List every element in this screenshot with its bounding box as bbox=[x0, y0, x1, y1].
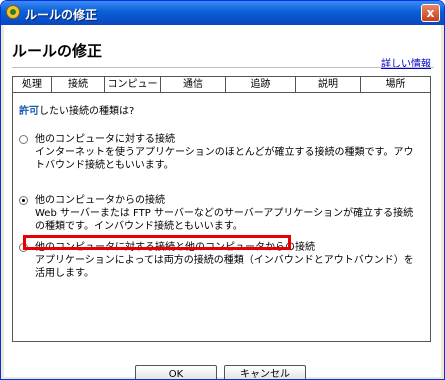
option-description: Web サーバーまたは FTP サーバーなどのサーバーアプリケーションが確立する… bbox=[35, 208, 414, 232]
radio-option-outbound[interactable]: 他のコンピュータに対する接続 インターネットを使うアプリケーションのほとんどが確… bbox=[19, 133, 419, 171]
highlight-box bbox=[23, 235, 291, 250]
option-description: インターネットを使うアプリケーションのほとんどが確立する接続の種類です。アウトバ… bbox=[35, 147, 414, 171]
tab-location[interactable]: 場所 bbox=[360, 76, 431, 93]
window-title: ルールの修正 bbox=[25, 8, 98, 22]
tab-bar: 処理 接続 コンピュータ 通信 追跡 説明 場所 bbox=[12, 76, 431, 105]
dialog-body: ルールの修正 詳しい情報 処理 接続 コンピュータ 通信 追跡 説明 場所 許可… bbox=[4, 25, 441, 379]
option-description: アプリケーションによっては両方の接続の種類（インバウンドとアウトバウンド）を活用… bbox=[35, 255, 414, 279]
radio-button-outbound[interactable] bbox=[19, 135, 28, 144]
question-rest: したい接続の種類は? bbox=[39, 106, 135, 117]
question-text: 許可したい接続の種類は? bbox=[19, 102, 134, 117]
page-title: ルールの修正 bbox=[12, 42, 103, 60]
cancel-button[interactable]: キャンセル bbox=[224, 365, 306, 379]
tab-communications[interactable]: 通信 bbox=[160, 76, 226, 93]
app-icon bbox=[6, 5, 20, 19]
tab-computers[interactable]: コンピュータ bbox=[104, 76, 161, 105]
close-button[interactable]: x bbox=[421, 4, 440, 22]
question-highlight: 許可 bbox=[19, 106, 39, 117]
tab-description[interactable]: 説明 bbox=[295, 76, 361, 93]
radio-button-inbound[interactable] bbox=[19, 196, 28, 205]
title-bar[interactable]: ルールの修正 x bbox=[1, 1, 444, 25]
dialog-window: ルールの修正 x ルールの修正 詳しい情報 処理 接続 コンピュータ 通信 追跡… bbox=[0, 0, 445, 380]
option-label: 他のコンピュータからの接続 bbox=[35, 195, 165, 206]
connection-panel: 許可したい接続の種類は? 他のコンピュータに対する接続 インターネットを使うアプ… bbox=[12, 92, 431, 342]
divider bbox=[12, 67, 434, 68]
tab-tracking[interactable]: 追跡 bbox=[225, 76, 296, 93]
tab-action[interactable]: 処理 bbox=[12, 76, 52, 93]
ok-button[interactable]: OK bbox=[135, 365, 217, 379]
radio-option-inbound[interactable]: 他のコンピュータからの接続 Web サーバーまたは FTP サーバーなどのサーバ… bbox=[19, 194, 419, 232]
option-label: 他のコンピュータに対する接続 bbox=[35, 134, 175, 145]
